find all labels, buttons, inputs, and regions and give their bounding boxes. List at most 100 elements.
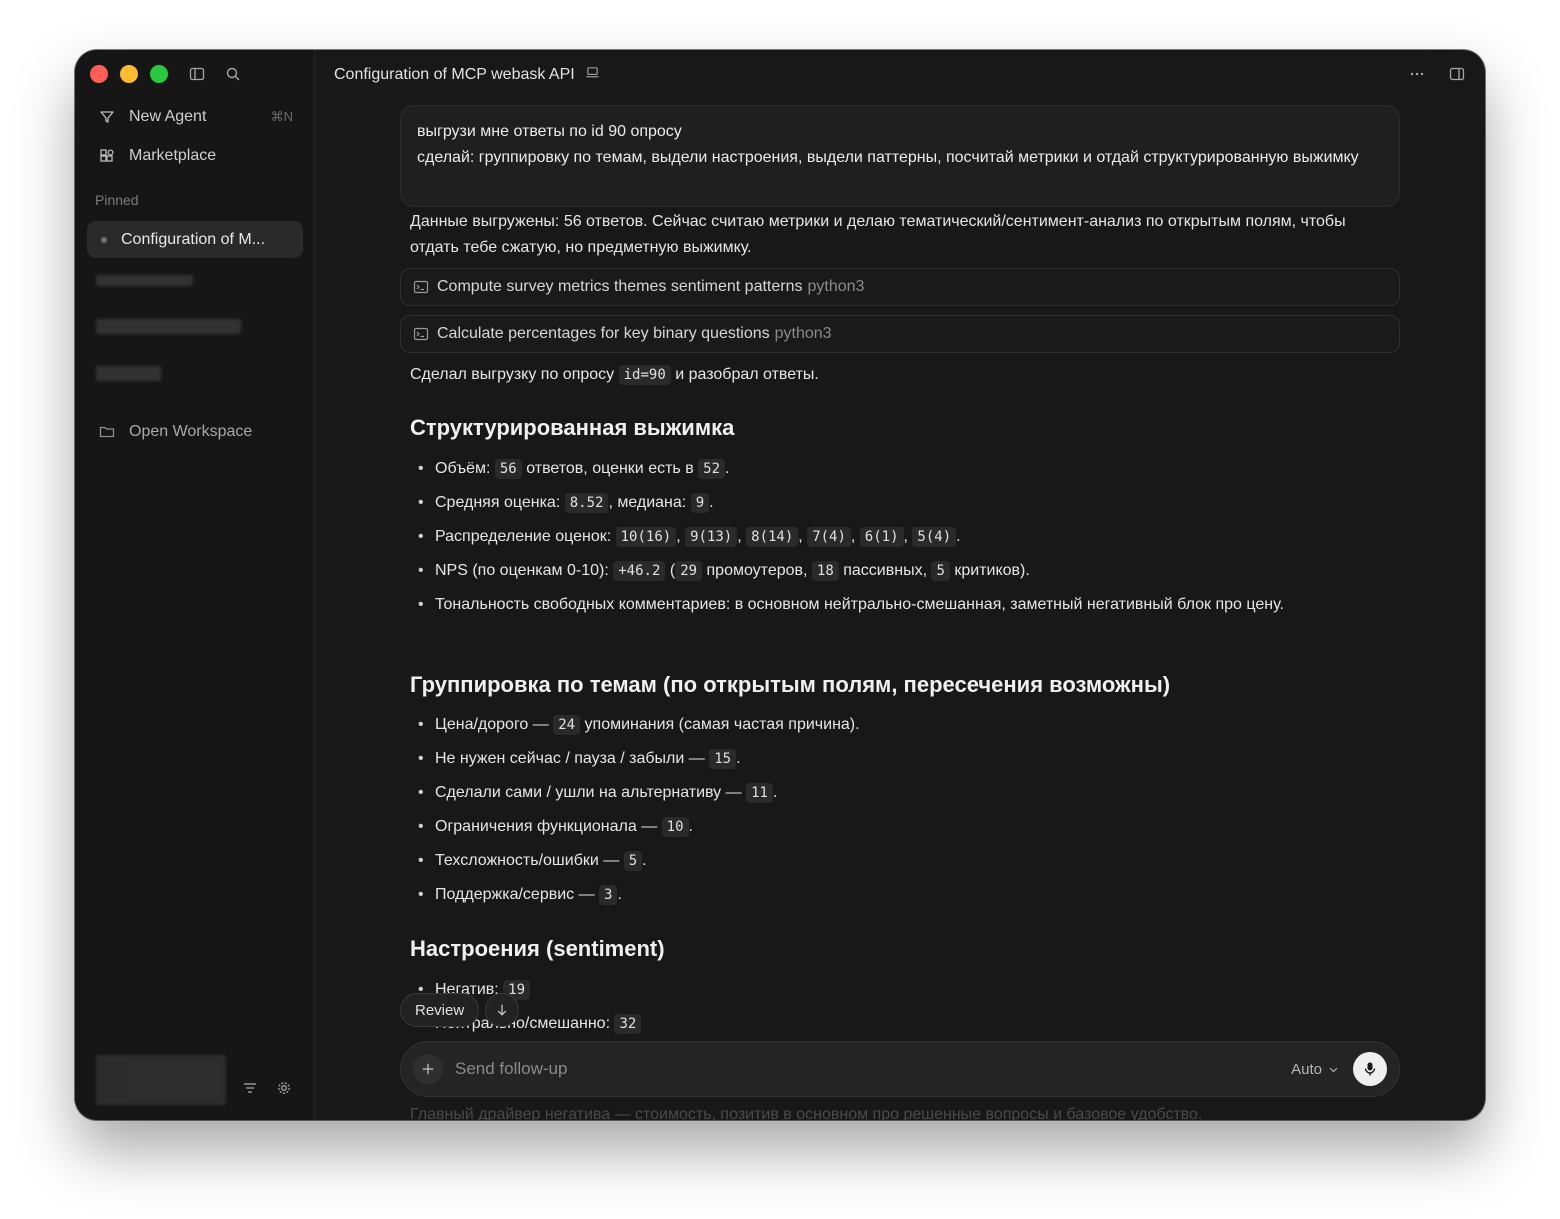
metric-code: 10(16) [615,527,677,547]
text: Цена/дорого — [435,716,549,733]
filter-icon[interactable] [240,1078,260,1098]
follow-up-input[interactable] [455,1059,1292,1079]
themes-list: Цена/дорого — 24 упоминания (самая часта… [418,712,1378,916]
metric-code: 18 [811,561,839,581]
text: упоминания (самая частая причина). [584,716,860,733]
sidebar: New Agent ⌘N Marketplace Pinned Configur… [75,50,315,1120]
metric-code: 8.52 [564,493,609,513]
metric-code: +46.2 [613,561,666,581]
text: . [772,784,778,801]
metric-code: 5 [931,561,950,581]
pinned-section-label: Pinned [95,192,139,208]
review-button[interactable]: Review [400,993,480,1027]
list-item: Поддержка/сервис — 3. [418,882,1378,916]
toggle-panel-icon[interactable] [1447,64,1467,84]
zoom-window-button[interactable] [150,65,168,83]
text: промоутеров, [706,562,808,579]
list-item: Не нужен сейчас / пауза / забыли — 15. [418,746,1378,780]
redacted-chat-item[interactable] [96,319,241,334]
new-agent-shortcut: ⌘N [270,109,293,124]
settings-gear-icon[interactable] [274,1078,294,1098]
themes-heading: Группировка по темам (по открытым полям,… [410,672,1171,697]
scroll-down-button[interactable] [485,993,520,1027]
text: Объём: [435,460,491,477]
redacted-chat-item[interactable] [96,366,161,381]
list-item: Негатив: 19 [418,977,1378,1011]
redacted-user-profile[interactable] [96,1055,226,1105]
sentiment-list: Негатив: 19 Нейтрально/смешанно: 32 [418,977,1378,1045]
list-item: Сделали сами / ушли на альтернативу — 11… [418,780,1378,814]
list-item: Ограничения функционала — 10. [418,814,1378,848]
text: NPS (по оценкам 0-10): [435,562,609,579]
assistant-intro: Данные выгружены: 56 ответов. Сейчас счи… [410,213,1346,256]
title-actions [1407,64,1467,84]
funnel-icon [97,107,117,127]
composer: Auto [400,1041,1400,1097]
review-controls: Review [400,993,520,1027]
minimize-window-button[interactable] [120,65,138,83]
main-pane: Configuration of MCP webask API выгрузи … [315,50,1485,1120]
toggle-sidebar-icon[interactable] [187,64,207,84]
summary-heading: Структурированная выжимка [410,415,735,440]
done-text: и разобрал ответы. [675,366,819,383]
list-item: Распределение оценок: 10(16), 9(13), 8(1… [418,524,1378,558]
assistant-done-line: Сделал выгрузку по опросу id=90 и разобр… [410,362,1390,388]
model-selector[interactable]: Auto [1291,1061,1339,1078]
laptop-icon [585,65,600,85]
text: . [688,818,693,835]
text: Тональность свободных комментариев: в ос… [435,596,1284,613]
close-window-button[interactable] [90,65,108,83]
sidebar-footer [240,1078,294,1098]
text: Поддержка/сервис — [435,886,595,903]
redacted-chat-item[interactable] [96,275,193,286]
metric-code: 52 [698,459,726,479]
list-item: Объём: 56 ответов, оценки есть в 52. [418,456,1378,490]
model-selector-label: Auto [1291,1060,1322,1078]
list-item: Тональность свободных комментариев: в ос… [418,592,1378,644]
metric-code: 32 [614,1014,642,1034]
title-bar: Configuration of MCP webask API [315,50,1485,98]
user-message: выгрузи мне ответы по id 90 опросу сдела… [400,105,1400,207]
list-item: Цена/дорого — 24 упоминания (самая часта… [418,712,1378,746]
tool-call-compute-metrics[interactable]: Compute survey metrics themes sentiment … [400,268,1400,306]
text: Сделали сами / ушли на альтернативу — [435,784,742,801]
tool-call-calc-percentages[interactable]: Calculate percentages for key binary que… [400,315,1400,353]
search-icon[interactable] [223,64,243,84]
user-message-line: выгрузи мне ответы по id 90 опросу [417,123,682,140]
list-item: Средняя оценка: 8.52, медиана: 9. [418,490,1378,524]
metric-code: 24 [553,715,581,735]
text: ответов, оценки есть в [526,460,694,477]
terminal-icon [413,279,429,295]
folder-icon [97,422,117,442]
text: . [725,460,730,477]
open-workspace-button[interactable]: Open Workspace [87,415,303,449]
survey-id-code: id=90 [618,365,671,385]
tool-call-language: python3 [774,325,832,342]
metric-code: 11 [746,783,773,803]
text: Ограничения функционала — [435,818,658,835]
metric-code: 10 [661,817,689,837]
list-item: Нейтрально/смешанно: 32 [418,1011,1378,1045]
list-item: NPS (по оценкам 0-10): +46.2 (29 промоут… [418,558,1378,592]
metric-code: 9(13) [685,527,738,547]
chat-title: Configuration of MCP webask API [334,65,600,85]
done-text: Сделал выгрузку по опросу [410,366,615,383]
chat-status-dot [101,236,107,243]
metric-code: 5(4) [912,527,957,547]
add-attachment-button[interactable] [413,1054,443,1084]
metric-code: 7(4) [807,527,851,547]
marketplace-button[interactable]: Marketplace [87,139,303,173]
text: . [642,852,647,869]
summary-list: Объём: 56 ответов, оценки есть в 52. Сре… [418,456,1378,644]
microphone-button[interactable] [1353,1052,1387,1086]
sidebar-top-icons [187,64,243,84]
tool-call-label: Calculate percentages for key binary que… [437,325,770,342]
pinned-chat-item[interactable]: Configuration of M... [87,221,303,258]
metric-code: 6(1) [859,527,904,547]
new-agent-button[interactable]: New Agent ⌘N [87,100,303,134]
text: критиков). [954,562,1030,579]
more-options-icon[interactable] [1407,64,1427,84]
metric-code: 5 [623,851,643,871]
plus-icon [422,1063,434,1075]
marketplace-label: Marketplace [129,147,217,164]
